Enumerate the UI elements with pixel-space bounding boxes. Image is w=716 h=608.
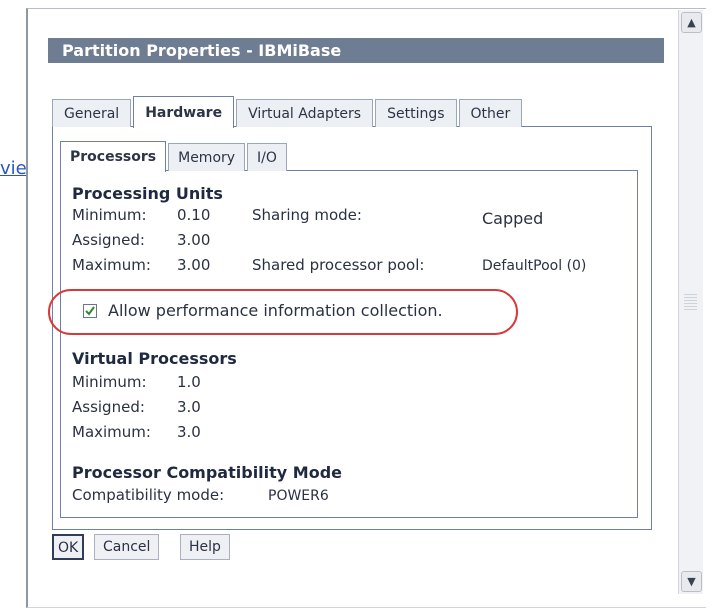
vp-assigned-label: Assigned: bbox=[72, 398, 145, 416]
vp-maximum-value: 3.0 bbox=[177, 423, 201, 441]
processing-units-heading: Processing Units bbox=[72, 184, 223, 203]
scroll-thumb[interactable] bbox=[684, 294, 697, 310]
performance-checkbox-label[interactable]: Allow performance information collection… bbox=[108, 301, 443, 320]
sharing-mode-value: Capped bbox=[482, 209, 544, 228]
virtual-processors-heading: Virtual Processors bbox=[72, 349, 237, 368]
tab-general[interactable]: General bbox=[52, 99, 132, 127]
scroll-down-icon[interactable]: ▼ bbox=[681, 571, 702, 592]
subtab-memory[interactable]: Memory bbox=[168, 143, 246, 171]
dialog-title: Partition Properties - IBMiBase bbox=[48, 38, 664, 63]
pu-minimum-label: Minimum: bbox=[72, 206, 147, 224]
tab-other[interactable]: Other bbox=[458, 99, 523, 127]
cancel-button[interactable]: Cancel bbox=[94, 534, 160, 560]
sub-tab-bar: Processors Memory I/O bbox=[60, 141, 289, 172]
shared-pool-label: Shared processor pool: bbox=[252, 256, 425, 274]
tab-settings[interactable]: Settings bbox=[375, 99, 457, 127]
help-button[interactable]: Help bbox=[180, 534, 230, 560]
checkmark-icon bbox=[85, 306, 95, 316]
ok-button[interactable]: OK bbox=[52, 534, 85, 560]
vp-minimum-value: 1.0 bbox=[177, 373, 201, 391]
pu-assigned-label: Assigned: bbox=[72, 231, 145, 249]
subtab-processors[interactable]: Processors bbox=[60, 141, 167, 172]
vertical-scrollbar[interactable]: ▲ ▼ bbox=[678, 10, 703, 594]
truncated-link[interactable]: vie bbox=[0, 158, 27, 179]
sharing-mode-label: Sharing mode: bbox=[252, 206, 362, 224]
vp-minimum-label: Minimum: bbox=[72, 373, 147, 391]
compatibility-mode-label: Compatibility mode: bbox=[72, 486, 225, 504]
compatibility-mode-value: POWER6 bbox=[268, 488, 329, 504]
pu-minimum-value: 0.10 bbox=[177, 206, 211, 224]
pu-assigned-value: 3.00 bbox=[177, 231, 211, 249]
performance-checkbox[interactable] bbox=[83, 304, 97, 318]
pu-maximum-label: Maximum: bbox=[72, 256, 151, 274]
shared-pool-value: DefaultPool (0) bbox=[482, 258, 587, 274]
vp-assigned-value: 3.0 bbox=[177, 398, 201, 416]
vp-maximum-label: Maximum: bbox=[72, 423, 151, 441]
pu-maximum-value: 3.00 bbox=[177, 256, 211, 274]
compatibility-heading: Processor Compatibility Mode bbox=[72, 463, 343, 482]
tab-hardware[interactable]: Hardware bbox=[133, 96, 235, 128]
scroll-up-icon[interactable]: ▲ bbox=[681, 12, 702, 33]
main-tab-bar: General Hardware Virtual Adapters Settin… bbox=[52, 96, 524, 128]
subtab-io[interactable]: I/O bbox=[247, 143, 287, 171]
tab-virtual-adapters[interactable]: Virtual Adapters bbox=[236, 99, 374, 127]
